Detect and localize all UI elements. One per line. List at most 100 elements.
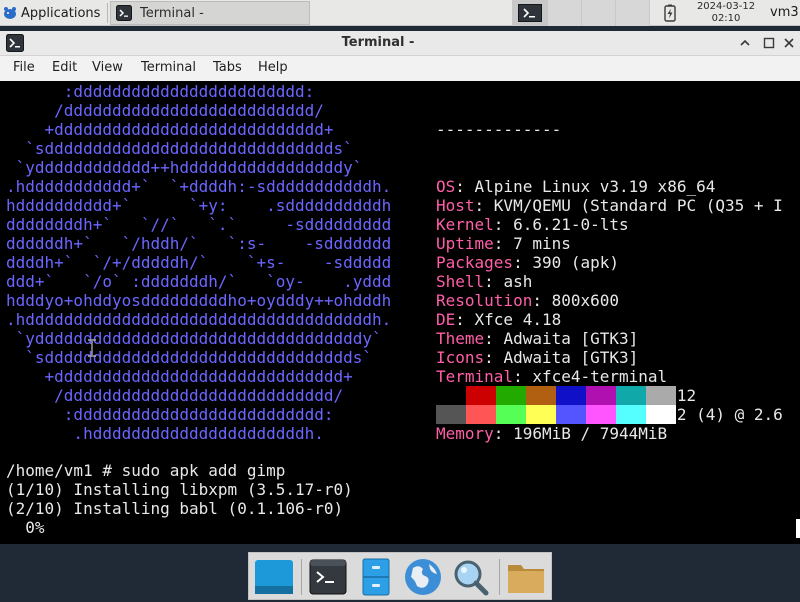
dock-separator xyxy=(499,559,500,595)
terminal-window: Terminal - File Edit View Terminal Tabs … xyxy=(0,31,800,544)
menu-tabs[interactable]: Tabs xyxy=(213,60,242,75)
info-line: Uptime: 7 mins xyxy=(436,234,783,253)
terminal-window-miniature-icon xyxy=(518,4,542,22)
palette-swatch xyxy=(526,405,556,424)
xfce-mouse-icon xyxy=(4,7,16,19)
menu-terminal[interactable]: Terminal xyxy=(141,60,196,75)
palette-swatch xyxy=(646,386,676,405)
info-line: Resolution: 800x600 xyxy=(436,291,783,310)
dock-separator xyxy=(301,559,302,595)
info-line: Terminal: xfce4-terminal xyxy=(436,367,783,386)
command-output: /home/vm1 # sudo apk add gimp (1/10) Ins… xyxy=(6,461,353,537)
palette-swatch xyxy=(586,386,616,405)
desktop-icon xyxy=(255,560,293,594)
info-label: Resolution xyxy=(436,291,533,310)
info-label: OS xyxy=(436,177,456,196)
terminal-output-area[interactable]: :dddddddddddddddddddddddd: /dddddddddddd… xyxy=(0,81,800,544)
palette-swatch xyxy=(436,405,466,424)
taskbar-terminal-label: Terminal - xyxy=(140,5,204,21)
color-palette xyxy=(436,386,676,424)
palette-swatch xyxy=(646,405,676,424)
palette-swatch xyxy=(466,405,496,424)
info-label: Memory xyxy=(436,424,494,443)
palette-swatch xyxy=(496,405,526,424)
power-battery-icon[interactable] xyxy=(662,4,678,22)
info-value: : 800x600 xyxy=(532,291,620,310)
info-label: Theme xyxy=(436,329,485,348)
dock-web-browser[interactable] xyxy=(401,556,445,598)
dock-file-manager[interactable] xyxy=(354,556,398,598)
info-value: : KVM/QEMU (Standard PC (Q35 + I xyxy=(474,196,783,215)
info-line: OS: Alpine Linux v3.19 x86_64 xyxy=(436,177,783,196)
info-value: : xfce4-terminal xyxy=(513,367,668,386)
info-line: Kernel: 6.6.21-0-lts xyxy=(436,215,783,234)
info-value: : 196MiB / 7944MiB xyxy=(493,424,668,443)
dock-home-folder[interactable] xyxy=(504,556,548,598)
palette-swatch xyxy=(526,386,556,405)
info-line: Packages: 390 (apk) xyxy=(436,253,783,272)
close-button[interactable] xyxy=(780,34,798,52)
info-value: : Xfce 4.18 xyxy=(455,310,562,329)
info-label: Terminal xyxy=(436,367,514,386)
dock xyxy=(248,552,552,600)
window-titlebar[interactable]: Terminal - xyxy=(0,31,800,56)
info-label: Kernel xyxy=(436,215,494,234)
info-line: Icons: Adwaita [GTK3] xyxy=(436,348,783,367)
dock-app-finder[interactable] xyxy=(449,556,493,598)
info-separator: ------------- xyxy=(436,120,562,139)
dock-show-desktop[interactable] xyxy=(252,556,296,598)
maximize-icon xyxy=(763,37,775,49)
panel-separator xyxy=(107,3,108,23)
info-value: : 6.6.21-0-lts xyxy=(493,215,629,234)
info-line: Theme: Adwaita [GTK3] xyxy=(436,329,783,348)
palette-swatch xyxy=(496,386,526,405)
info-label: Shell xyxy=(436,272,485,291)
palette-swatch xyxy=(616,405,646,424)
applications-menu[interactable]: Applications xyxy=(0,0,106,26)
info-value: : 390 (apk) xyxy=(513,253,620,272)
palette-swatch xyxy=(466,386,496,405)
info-value: : Alpine Linux v3.19 x86_64 xyxy=(455,177,716,196)
palette-swatch xyxy=(586,405,616,424)
clock[interactable]: 2024-03-12 02:10 xyxy=(688,1,764,25)
info-value: : ash xyxy=(484,272,533,291)
window-title: Terminal - xyxy=(341,35,415,50)
info-line: Shell: ash xyxy=(436,272,783,291)
workspace-4[interactable] xyxy=(616,0,650,26)
info-label: Packages xyxy=(436,253,514,272)
menubar: File Edit View Terminal Tabs Help xyxy=(0,56,800,80)
palette-swatch xyxy=(556,386,586,405)
terminal-icon xyxy=(309,559,347,595)
clock-time: 02:10 xyxy=(711,13,741,24)
applications-label: Applications xyxy=(21,5,101,21)
chevron-up-icon xyxy=(740,39,750,46)
menu-file[interactable]: File xyxy=(13,60,35,75)
minimize-button[interactable] xyxy=(736,34,754,52)
info-value: : Adwaita [GTK3] xyxy=(484,329,639,348)
palette-row-normal xyxy=(436,386,676,405)
clock-date: 2024-03-12 xyxy=(696,1,756,12)
info-label: Icons xyxy=(436,348,485,367)
info-label: Host xyxy=(436,196,475,215)
info-label: Uptime xyxy=(436,234,494,253)
folder-icon xyxy=(508,565,544,593)
workspace-3[interactable] xyxy=(582,0,616,26)
maximize-button[interactable] xyxy=(760,34,778,52)
info-value: : Adwaita [GTK3] xyxy=(484,348,639,367)
info-value: : 7 mins xyxy=(493,234,571,253)
close-icon xyxy=(784,38,794,48)
text-cursor xyxy=(796,519,800,538)
menu-view[interactable]: View xyxy=(92,60,123,75)
workspace-1[interactable] xyxy=(512,0,548,26)
alpine-ascii-logo: :dddddddddddddddddddddddd: /dddddddddddd… xyxy=(6,82,392,443)
file-cabinet-icon xyxy=(362,558,390,596)
workspace-2[interactable] xyxy=(548,0,582,26)
menu-edit[interactable]: Edit xyxy=(52,60,77,75)
taskbar-terminal-button[interactable]: Terminal - xyxy=(110,1,310,25)
menu-help[interactable]: Help xyxy=(258,60,288,75)
info-line: DE: Xfce 4.18 xyxy=(436,310,783,329)
dock-terminal[interactable] xyxy=(306,556,350,598)
palette-swatch xyxy=(556,405,586,424)
palette-swatch xyxy=(616,386,646,405)
user-menu[interactable]: vm3 xyxy=(770,5,799,20)
